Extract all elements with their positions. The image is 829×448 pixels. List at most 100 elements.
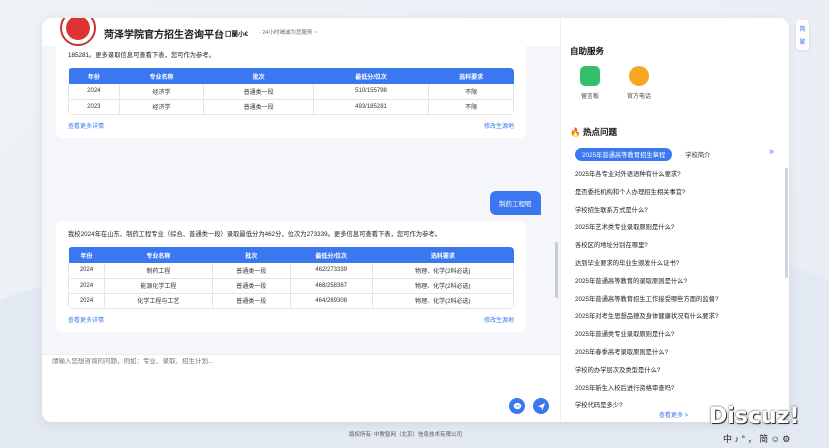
table-header-cell: 专业名称: [119, 68, 204, 84]
table-header-cell: 最低分/位次: [313, 68, 429, 84]
message-board-button[interactable]: 留言板: [570, 66, 610, 100]
chat-bubble-icon: [513, 402, 521, 409]
official-phone-button[interactable]: 官方电话: [619, 66, 659, 100]
bot-message-card: 185281。更多录取信息可查看下表，您可作为参考。 年份 专业名称 批次 最低分/位…: [56, 46, 526, 138]
table-cell: 468/258367: [290, 278, 373, 294]
table-header-cell: 最低分/位次: [290, 247, 373, 263]
hot-question-item[interactable]: 2025年普通高等教育招生工作接受哪些方面的监督?: [575, 294, 775, 312]
double-chevron-right-icon[interactable]: »: [769, 146, 774, 156]
tab-school-intro[interactable]: 学校简介: [678, 148, 717, 161]
table-cell: 2024: [68, 84, 120, 100]
table-cell: 物理、化学(2科必选): [372, 293, 514, 309]
table-cell: 2024: [68, 263, 105, 279]
header-tagline: · 24小时竭诚为您服务 ~: [259, 30, 318, 36]
discuz-logo: Discuz!: [709, 404, 800, 429]
hot-question-item[interactable]: 2025年新生入校后进行资格审查吗?: [575, 383, 775, 401]
view-more-questions-link[interactable]: 查看更多 >: [659, 410, 688, 419]
service-label: 留言板: [580, 94, 599, 100]
admission-table: 年份 专业名称 批次 最低分/位次 选科要求 2024 制药工程 普通类一段 462/2733…: [68, 247, 514, 309]
table-row: 2024 经济学 普通类一段 510/155798 不限: [68, 84, 514, 100]
service-label: 官方电话: [626, 94, 651, 100]
hot-question-item[interactable]: 2025年春季高考录取原则是什么?: [575, 347, 775, 365]
change-region-link[interactable]: 修改生源地: [484, 121, 514, 130]
school-logo: [60, 18, 96, 46]
hot-question-item[interactable]: 2025年艺术类专业录取原则是什么?: [575, 222, 775, 240]
sidebar: 自助服务 留言板 官方电话 🔥 热点问题 2025年普通高等教育招生章程 学校简…: [560, 18, 789, 422]
bot-message-card: 我校2024年在山东、制药工程专业（综合、普通类一段）录取最低分为462分，位次…: [56, 221, 526, 332]
table-cell: 化学工程与工艺: [104, 293, 213, 309]
hot-question-item[interactable]: 2025年各专业对外语语种有什么要求?: [575, 169, 775, 187]
table-cell: 普通类一段: [203, 84, 314, 100]
table-header-cell: 年份: [68, 68, 120, 84]
hot-question-item[interactable]: 2025年普通高等教育的录取原则是什么?: [575, 276, 775, 294]
view-more-link[interactable]: 查看更多详情: [68, 121, 104, 130]
table-row: 2024 化学工程与工艺 普通类一段 464/269308 物理、化学(2科必选): [68, 293, 514, 309]
table-cell: 510/155798: [313, 84, 430, 100]
table-cell: 不限: [428, 84, 514, 100]
hot-questions-label: 热点问题: [582, 127, 617, 137]
table-row: 2023 经济学 普通类一段 493/185281 不限: [68, 99, 514, 115]
table-cell: 物理、化学(2科必选): [372, 278, 514, 294]
view-more-link[interactable]: 查看更多详情: [68, 315, 104, 324]
phone-icon: [629, 66, 649, 86]
hot-question-item[interactable]: 2025年普通类专业录取原则是什么?: [575, 329, 775, 347]
table-row: 2024 制药工程 普通类一段 462/273339 物理、化学(2科必选): [68, 263, 514, 279]
sidebar-scrollbar[interactable]: [785, 168, 788, 278]
hot-question-item[interactable]: 是否委托机构和个人办理招生相关事宜?: [575, 187, 775, 205]
table-header-cell: 批次: [203, 68, 314, 84]
bot-message-text: 185281。更多录取信息可查看下表，您可作为参考。: [68, 52, 215, 59]
footer-copyright: 版权所有: 中教智网（北京）信息技术有限公司: [349, 432, 463, 438]
user-message-bubble: 制药工程呢: [490, 191, 541, 215]
table-header-cell: 选科要求: [428, 68, 514, 84]
tab-admission-charter[interactable]: 2025年普通高等教育招生章程: [575, 148, 673, 161]
table-cell: 493/185281: [313, 99, 430, 115]
table-cell: 不限: [428, 99, 514, 115]
hot-question-list: 2025年各专业对外语语种有什么要求? 是否委托机构和个人办理招生相关事宜? 学校招…: [575, 169, 775, 418]
table-cell: 2023: [68, 99, 120, 115]
table-cell: 普通类一段: [203, 99, 314, 115]
table-header-cell: 专业名称: [104, 247, 213, 263]
hot-questions-title: 🔥 热点问题: [570, 126, 617, 138]
admission-table: 年份 专业名称 批次 最低分/位次 选科要求 2024 经济学 普通类一段 510/15579…: [68, 68, 514, 115]
table-cell: 普通类一段: [212, 263, 291, 279]
message-board-icon: [580, 66, 600, 86]
hot-question-item[interactable]: 各校区的地址分别在哪里?: [575, 240, 775, 258]
table-cell: 普通类一段: [212, 278, 291, 294]
bot-message-text: 我校2024年在山东、制药工程专业（综合、普通类一段）录取最低分为462分，位次…: [68, 231, 441, 238]
table-cell: 经济学: [119, 84, 205, 100]
self-service-title: 自助服务: [570, 46, 605, 56]
hot-question-item[interactable]: 达到毕业要求的毕业生颁发什么证书?: [575, 258, 775, 276]
table-header-cell: 年份: [68, 247, 105, 263]
chat-bubble-button[interactable]: [509, 398, 525, 414]
language-switcher: 简 繁: [796, 20, 809, 50]
send-icon: [537, 402, 545, 410]
table-header-cell: 批次: [212, 247, 291, 263]
hot-question-item[interactable]: 2025年对考生思想品德及身体健康状况有什么要求?: [575, 311, 775, 329]
header: 菏泽学院官方招生咨询平台 囗蘭小€ · 24小时竭诚为您服务 ~: [42, 18, 560, 46]
assistant-name: 囗蘭小€: [225, 31, 249, 38]
table-cell: 普通类一段: [212, 293, 291, 309]
send-button[interactable]: [533, 398, 549, 414]
watermark: Discuz! 中 ♪ ° ， 简 ☺ ⚙: [707, 404, 829, 448]
table-header-cell: 选科要求: [372, 247, 514, 263]
table-cell: 2024: [68, 278, 105, 294]
header-divider: [218, 29, 219, 37]
table-cell: 2024: [68, 293, 105, 309]
chat-scrollbar[interactable]: [555, 242, 558, 298]
table-cell: 物理、化学(2科必选): [372, 263, 514, 279]
question-input[interactable]: [52, 358, 452, 365]
lang-traditional-button[interactable]: 繁: [799, 35, 805, 48]
lang-simplified-button[interactable]: 简: [799, 22, 805, 35]
hot-question-item[interactable]: 学校的办学层次及类型是什么?: [575, 365, 775, 383]
table-cell: 462/273339: [290, 263, 373, 279]
hot-question-item[interactable]: 学校招生联系方式是什么?: [575, 205, 775, 223]
fire-icon: 🔥: [570, 127, 581, 137]
input-area: [42, 354, 560, 422]
table-cell: 经济学: [119, 99, 205, 115]
chat-area[interactable]: 185281。更多录取信息可查看下表，您可作为参考。 年份 专业名称 批次 最低分/位…: [42, 46, 560, 354]
table-row: 2024 能源化学工程 普通类一段 468/258367 物理、化学(2科必选): [68, 278, 514, 294]
table-cell: 能源化学工程: [104, 278, 213, 294]
change-region-link[interactable]: 修改生源地: [484, 315, 514, 324]
table-cell: 464/269308: [290, 293, 373, 309]
table-cell: 制药工程: [104, 263, 213, 279]
